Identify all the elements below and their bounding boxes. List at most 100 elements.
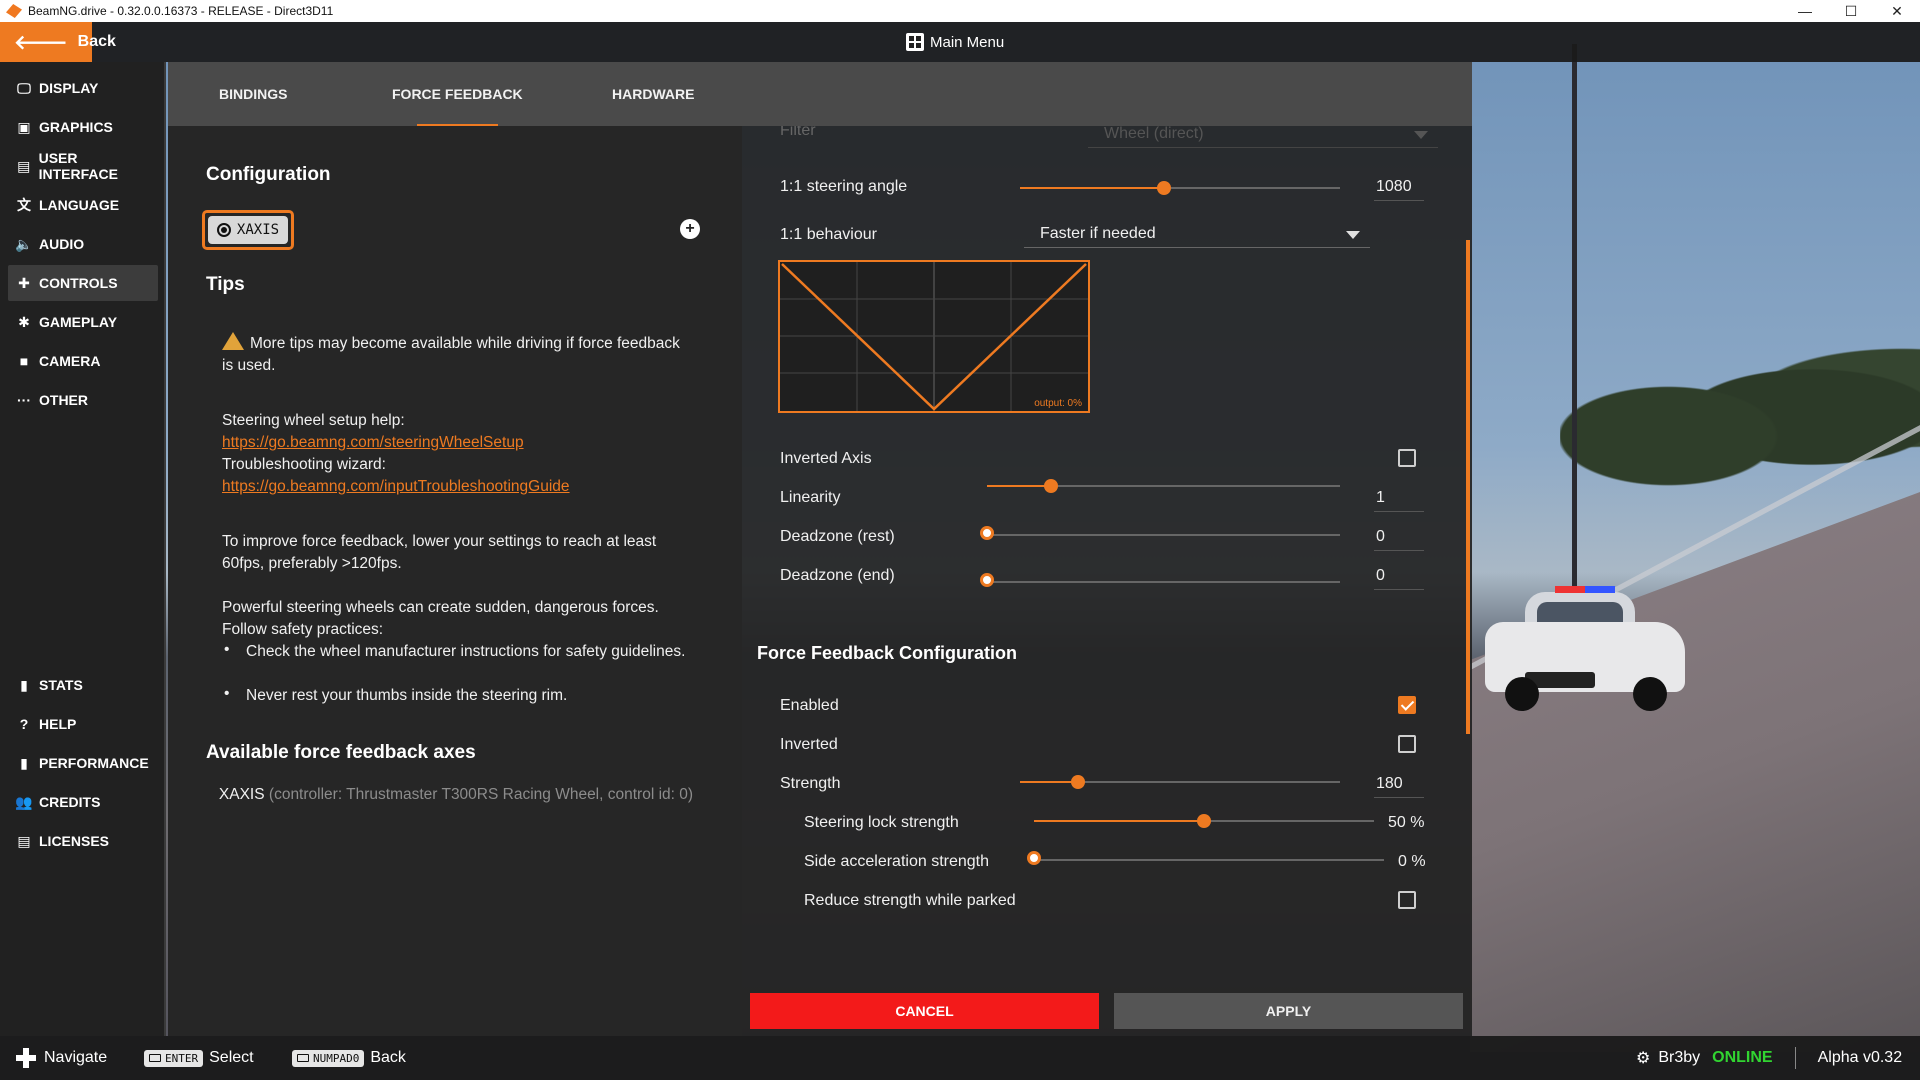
configuration-pane: Configuration XAXIS + Tips More tips may… [168, 126, 742, 1036]
troubleshooting-link[interactable]: https://go.beamng.com/inputTroubleshooti… [222, 476, 570, 498]
filter-label: Filter [780, 126, 816, 139]
sidebar-item-camera[interactable]: ■ CAMERA [8, 343, 158, 379]
deadzone-rest-slider[interactable] [980, 526, 1340, 540]
deadzone-rest-label: Deadzone (rest) [780, 528, 895, 545]
main-menu-label: Main Menu [930, 33, 1005, 51]
speaker-icon: 🔈 [15, 235, 33, 252]
reduce-parked-checkbox[interactable] [1398, 891, 1416, 909]
side-accel-slider[interactable] [1027, 851, 1384, 865]
sidebar-item-user-interface[interactable]: ▤ USER INTERFACE [8, 148, 158, 184]
camera-icon: ■ [19, 353, 29, 369]
sidebar-item-graphics[interactable]: ▣ GRAPHICS [8, 109, 158, 145]
setup-help-label: Steering wheel setup help: [222, 412, 405, 429]
slider-knob[interactable] [1044, 479, 1058, 493]
warning-icon [222, 332, 244, 350]
gamepad-icon: ✚ [18, 274, 30, 291]
police-car [1485, 586, 1685, 712]
filter-value: Wheel (direct) [1104, 126, 1204, 142]
slider-fill [1020, 781, 1078, 783]
linearity-value[interactable]: 1 [1374, 484, 1424, 512]
strength-slider[interactable] [1020, 775, 1340, 789]
axis-list-item[interactable]: XAXIS (controller: Thrustmaster T300RS R… [206, 784, 706, 806]
inverted-checkbox[interactable] [1398, 735, 1416, 753]
sidebar-item-audio[interactable]: 🔈 AUDIO [8, 226, 158, 262]
back-hint-label: Back [370, 1049, 406, 1066]
inverted-axis-checkbox[interactable] [1398, 449, 1416, 467]
linearity-label: Linearity [780, 489, 841, 506]
slider-fill [987, 485, 1051, 487]
monitor-icon: 🖵 [17, 79, 31, 96]
enter-key: ENTER [144, 1049, 204, 1067]
linearity-slider[interactable] [987, 479, 1340, 493]
sidebar-item-performance[interactable]: ▮ PERFORMANCE [8, 745, 158, 781]
configuration-title: Configuration [206, 164, 331, 185]
bullet-dot: • [224, 641, 230, 658]
filter-select[interactable]: Wheel (direct) [1088, 126, 1438, 148]
add-axis-button[interactable]: + [680, 219, 700, 239]
axis-chip[interactable]: XAXIS [202, 210, 294, 250]
sidebar-item-controls[interactable]: ✚ CONTROLS [8, 265, 158, 301]
slider-fill [1034, 820, 1204, 822]
tab-bindings[interactable]: BINDINGS [219, 62, 287, 126]
sidebar-item-other[interactable]: ··· OTHER [8, 382, 158, 418]
slider-knob[interactable] [1071, 775, 1085, 789]
safety-bullet: Never rest your thumbs inside the steeri… [246, 687, 568, 704]
sidebar-item-licenses[interactable]: ▤ LICENSES [8, 823, 158, 859]
slider-knob[interactable] [980, 526, 994, 540]
setup-help-link[interactable]: https://go.beamng.com/steeringWheelSetup [222, 432, 524, 454]
axes-title: Available force feedback axes [206, 742, 476, 763]
tab-hardware[interactable]: HARDWARE [612, 62, 694, 126]
sidebar-item-label: PERFORMANCE [39, 755, 149, 771]
behaviour-select[interactable]: Faster if needed [1024, 220, 1370, 248]
slider-knob[interactable] [1027, 851, 1041, 865]
sidebar-item-label: GAMEPLAY [39, 314, 118, 330]
deadzone-end-value[interactable]: 0 [1374, 562, 1424, 590]
sidebar-item-help[interactable]: ? HELP [8, 706, 158, 742]
sidebar-item-gameplay[interactable]: ✱ GAMEPLAY [8, 304, 158, 340]
enabled-checkbox[interactable] [1398, 696, 1416, 714]
scrollbar[interactable] [1466, 240, 1470, 734]
sidebar-item-language[interactable]: 文 LANGUAGE [8, 187, 158, 223]
sidebar-item-label: AUDIO [39, 236, 85, 252]
axis-chip-inner: XAXIS [208, 216, 288, 244]
tab-label: FORCE FEEDBACK [392, 86, 523, 102]
inverted-axis-label: Inverted Axis [780, 450, 872, 467]
lock-strength-slider[interactable] [1034, 814, 1374, 828]
window-controls: — ☐ ✕ [1782, 0, 1920, 22]
tip-warning-text: More tips may become available while dri… [222, 335, 680, 374]
sidebar-item-credits[interactable]: 👥 CREDITS [8, 784, 158, 820]
username: Br3by [1658, 1049, 1701, 1066]
keyboard-icon [149, 1054, 161, 1062]
back-button[interactable]: 🡐 Back [0, 22, 116, 62]
apply-button[interactable]: APPLY [1114, 993, 1463, 1029]
select-hint[interactable]: ENTER Select [144, 1049, 254, 1067]
steering-angle-slider[interactable] [1020, 181, 1340, 195]
deadzone-end-slider[interactable] [980, 573, 1340, 587]
deadzone-rest-value[interactable]: 0 [1374, 523, 1424, 551]
slider-knob[interactable] [1157, 181, 1171, 195]
minimize-button[interactable]: — [1782, 0, 1828, 22]
axis-name: XAXIS [218, 786, 265, 803]
strength-value[interactable]: 180 [1374, 770, 1424, 798]
deadzone-end-label: Deadzone (end) [780, 567, 895, 584]
close-button[interactable]: ✕ [1874, 0, 1920, 22]
side-accel-value: 0 % [1398, 853, 1426, 870]
steering-angle-value[interactable]: 1080 [1374, 173, 1424, 201]
back-hint[interactable]: NUMPAD0 Back [292, 1049, 406, 1067]
clipboard-icon: ▤ [17, 832, 31, 849]
fps-tip: To improve force feedback, lower your se… [222, 533, 657, 572]
lock-strength-value: 50 % [1388, 814, 1425, 831]
sidebar-item-display[interactable]: 🖵 DISPLAY [8, 70, 158, 106]
puzzle-icon: ✱ [18, 313, 30, 330]
slider-knob[interactable] [980, 573, 994, 587]
maximize-button[interactable]: ☐ [1828, 0, 1874, 22]
select-label: Select [209, 1049, 254, 1066]
slider-knob[interactable] [1197, 814, 1211, 828]
main-menu-button[interactable]: Main Menu [906, 22, 1004, 62]
back-label: Back [77, 33, 116, 50]
window-title: BeamNG.drive - 0.32.0.0.16373 - RELEASE … [28, 4, 334, 18]
sidebar-item-stats[interactable]: ▮ STATS [8, 667, 158, 703]
ui-icon: ▤ [17, 157, 31, 174]
tab-force-feedback[interactable]: FORCE FEEDBACK [392, 62, 523, 126]
cancel-button[interactable]: CANCEL [750, 993, 1099, 1029]
